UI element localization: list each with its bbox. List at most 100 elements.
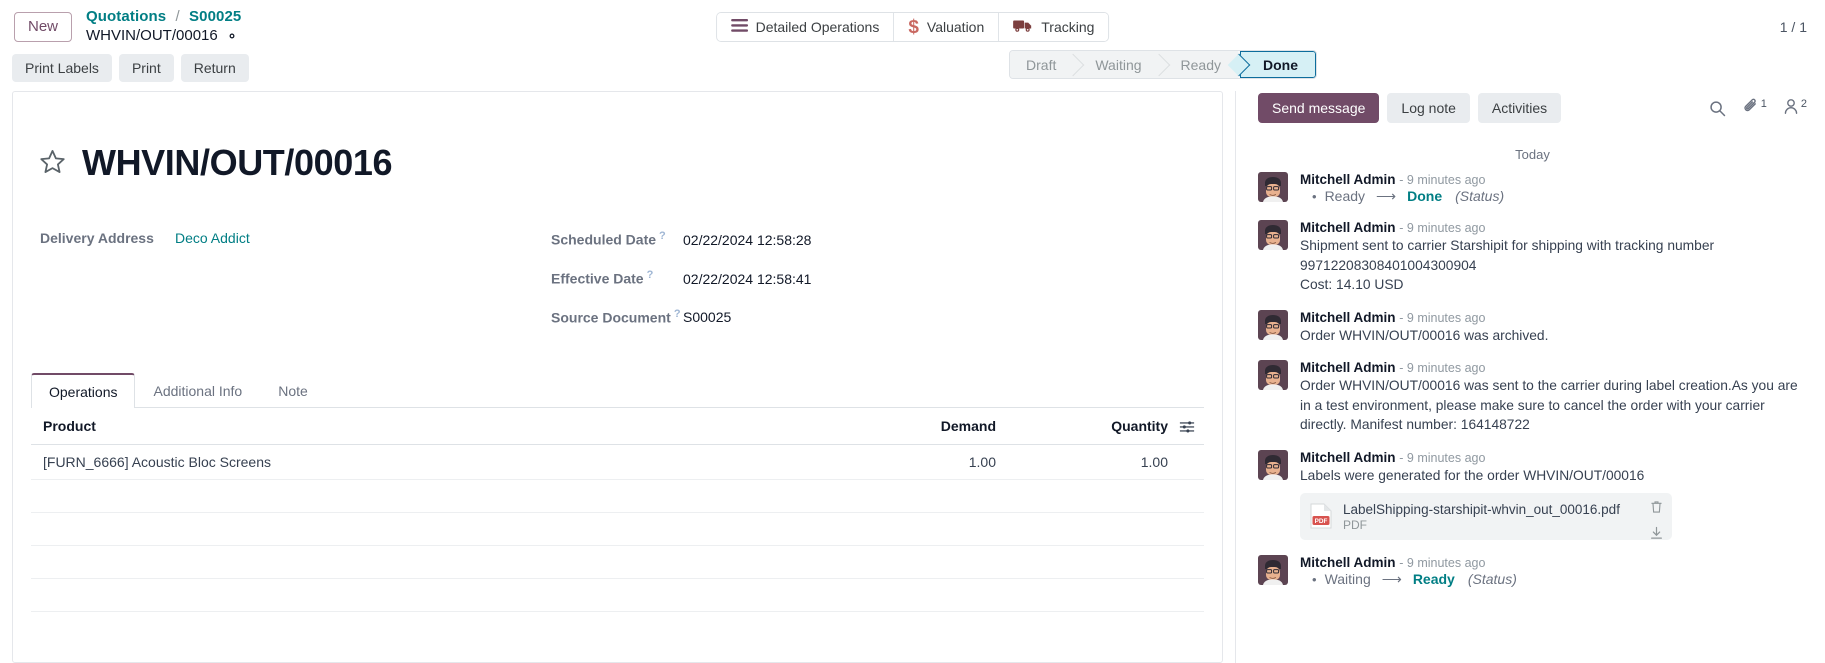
table-body: [FURN_6666] Acoustic Bloc Screens 1.00 1… — [31, 445, 1204, 612]
odoo-delivery-order-screen: New Quotations / S00025 WHVIN/OUT/00016 — [0, 0, 1825, 663]
arrow-icon: ⟶ — [1376, 188, 1396, 205]
chatter-message: Mitchell Admin - 9 minutes ago Order WHV… — [1258, 360, 1807, 435]
followers-counter[interactable]: 2 — [1783, 98, 1807, 118]
field-value: 02/22/2024 12:58:28 — [683, 232, 811, 248]
status-stage-done[interactable]: Done — [1240, 51, 1316, 78]
field-value: S00025 — [683, 309, 731, 325]
tracking-new-value: Ready — [1413, 571, 1455, 587]
tab-operations[interactable]: Operations — [31, 373, 135, 408]
smart-button-label: Tracking — [1041, 19, 1094, 35]
message-body: Mitchell Admin - 9 minutes ago • Waiting… — [1300, 555, 1807, 588]
favorite-star-icon[interactable] — [39, 148, 66, 178]
download-icon[interactable] — [1650, 526, 1663, 543]
field-label: Effective Date? — [551, 269, 679, 287]
pdf-file-icon: PDF — [1310, 503, 1332, 529]
search-icon[interactable] — [1709, 100, 1726, 117]
attachment-count: 1 — [1761, 98, 1767, 110]
message-author: Mitchell Admin — [1300, 555, 1396, 570]
smart-button-group: Detailed Operations $ Valuation — [716, 12, 1110, 42]
user-icon — [1783, 98, 1799, 118]
avatar[interactable] — [1258, 555, 1288, 585]
field-scheduled-date: Scheduled Date? 02/22/2024 12:58:28 — [551, 230, 1204, 248]
trash-icon[interactable] — [1650, 500, 1663, 517]
activities-button[interactable]: Activities — [1478, 93, 1561, 123]
page-title: WHVIN/OUT/00016 — [82, 142, 392, 184]
tracking-new-value: Done — [1407, 188, 1442, 204]
attachment-name: LabelShipping-starshipit-whvin_out_00016… — [1343, 501, 1620, 519]
field-source-document: Source Document? S00025 — [551, 308, 1204, 326]
pager[interactable]: 1 / 1 — [1780, 19, 1807, 35]
field-value[interactable]: Deco Addict — [175, 230, 250, 246]
control-panel: New Quotations / S00025 WHVIN/OUT/00016 — [0, 0, 1825, 54]
new-button[interactable]: New — [14, 12, 72, 42]
help-icon[interactable]: ? — [647, 269, 654, 281]
date-separator: Today — [1258, 147, 1807, 162]
truck-icon — [1013, 19, 1033, 36]
table-row-empty — [31, 546, 1204, 579]
table-row[interactable]: [FURN_6666] Acoustic Bloc Screens 1.00 1… — [31, 445, 1204, 480]
send-message-button[interactable]: Send message — [1258, 93, 1379, 123]
tracking-old-value: Waiting — [1325, 571, 1371, 587]
message-text: Order WHVIN/OUT/00016 was archived. — [1300, 326, 1807, 346]
form-pane: WHVIN/OUT/00016 Delivery Address Deco Ad… — [0, 91, 1235, 663]
form-sheet: WHVIN/OUT/00016 Delivery Address Deco Ad… — [12, 91, 1223, 663]
avatar[interactable] — [1258, 450, 1288, 480]
avatar[interactable] — [1258, 220, 1288, 250]
attachment-info: LabelShipping-starshipit-whvin_out_00016… — [1343, 501, 1620, 533]
smart-button-label: Detailed Operations — [756, 19, 880, 35]
tab-note[interactable]: Note — [260, 373, 326, 408]
return-button[interactable]: Return — [181, 54, 249, 82]
help-icon[interactable]: ? — [674, 308, 681, 320]
avatar[interactable] — [1258, 172, 1288, 202]
message-time: - 9 minutes ago — [1399, 173, 1485, 187]
breadcrumb-root[interactable]: Quotations — [86, 8, 166, 25]
message-time: - 9 minutes ago — [1399, 361, 1485, 375]
optional-columns-icon[interactable] — [1179, 420, 1195, 436]
dollar-icon: $ — [908, 18, 919, 37]
message-time: - 9 minutes ago — [1399, 451, 1485, 465]
column-header-demand: Demand — [814, 408, 1004, 445]
smart-button-detailed-operations[interactable]: Detailed Operations — [717, 13, 895, 41]
svg-text:PDF: PDF — [1315, 518, 1328, 525]
gear-icon[interactable] — [225, 29, 239, 43]
paperclip-icon — [1742, 98, 1759, 118]
breadcrumb-parent[interactable]: S00025 — [189, 8, 241, 25]
print-labels-button[interactable]: Print Labels — [12, 54, 112, 82]
message-header: Mitchell Admin - 9 minutes ago — [1300, 360, 1807, 375]
chatter-composer-buttons: Send message Log note Activities — [1258, 91, 1807, 123]
message-author: Mitchell Admin — [1300, 450, 1396, 465]
status-stage-draft[interactable]: Draft — [1010, 51, 1073, 78]
status-stage-waiting[interactable]: Waiting — [1073, 51, 1158, 78]
message-body: Mitchell Admin - 9 minutes ago • Ready ⟶… — [1300, 172, 1807, 205]
tab-additional-info[interactable]: Additional Info — [135, 373, 260, 408]
field-value: 02/22/2024 12:58:41 — [683, 271, 811, 287]
message-header: Mitchell Admin - 9 minutes ago — [1300, 555, 1807, 570]
smart-button-valuation[interactable]: $ Valuation — [894, 13, 999, 41]
chatter-panel: Send message Log note Activities — [1235, 91, 1825, 663]
table-row-empty — [31, 480, 1204, 513]
message-author: Mitchell Admin — [1300, 172, 1396, 187]
action-button-bar: Print Labels Print Return Draft Waiting … — [0, 54, 1825, 91]
tracking-value-row: • Ready ⟶ Done (Status) — [1300, 188, 1807, 205]
help-icon[interactable]: ? — [659, 230, 666, 242]
avatar[interactable] — [1258, 360, 1288, 390]
message-body: Mitchell Admin - 9 minutes ago Order WHV… — [1300, 310, 1807, 346]
avatar[interactable] — [1258, 310, 1288, 340]
field-label: Source Document? — [551, 308, 679, 326]
smart-button-tracking[interactable]: Tracking — [999, 13, 1108, 41]
attachment-card[interactable]: PDF LabelShipping-starshipit-whvin_out_0… — [1300, 493, 1672, 541]
title-row: WHVIN/OUT/00016 — [39, 118, 1204, 208]
message-time: - 9 minutes ago — [1399, 311, 1485, 325]
bullet-icon: • — [1312, 572, 1317, 587]
body: WHVIN/OUT/00016 Delivery Address Deco Ad… — [0, 91, 1825, 663]
message-body: Mitchell Admin - 9 minutes ago Order WHV… — [1300, 360, 1807, 435]
table-row-empty — [31, 513, 1204, 546]
notebook: Operations Additional Info Note Product … — [31, 372, 1204, 612]
attachment-counter[interactable]: 1 — [1742, 98, 1767, 118]
print-button[interactable]: Print — [119, 54, 174, 82]
table-row-empty — [31, 579, 1204, 612]
message-header: Mitchell Admin - 9 minutes ago — [1300, 450, 1807, 465]
tracking-field-name: (Status) — [1455, 188, 1504, 204]
log-note-button[interactable]: Log note — [1387, 93, 1470, 123]
tracking-field-name: (Status) — [1468, 571, 1517, 587]
